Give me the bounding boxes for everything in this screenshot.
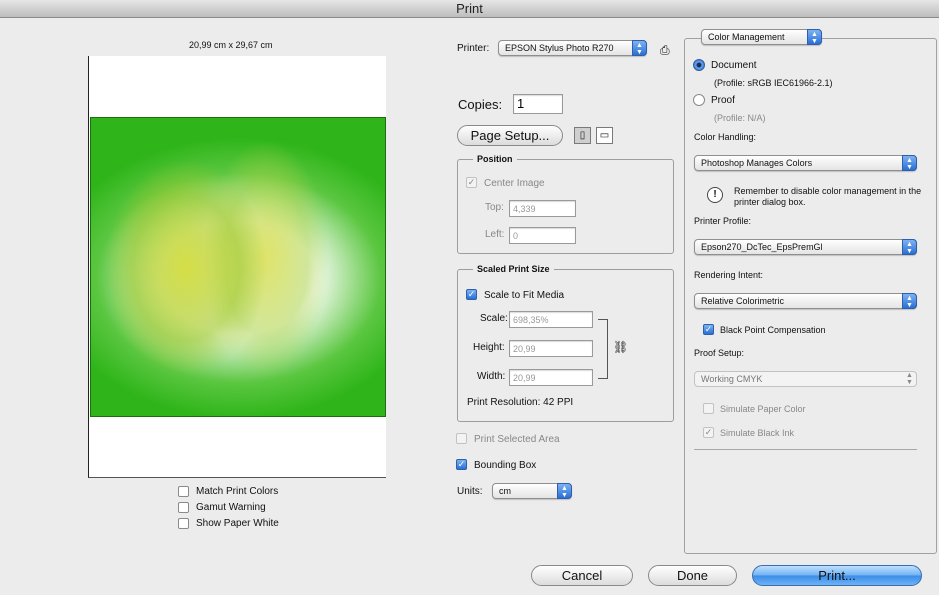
width-label: Width: — [477, 371, 506, 382]
window-title: Print — [456, 1, 483, 16]
warning-icon: ! — [707, 187, 723, 203]
rendering-intent-label: Rendering Intent: — [694, 270, 764, 280]
document-label: Document — [711, 60, 757, 71]
printer-profile-value: Epson270_DcTec_EpsPremGl — [701, 242, 823, 252]
chevron-updown-icon: ▲ ▼ — [557, 483, 572, 499]
page-setup-button[interactable]: Page Setup... — [457, 125, 563, 146]
center-image-label: Center Image — [484, 178, 545, 189]
color-management-warning: Remember to disable color management in … — [734, 186, 922, 207]
chevron-updown-icon: ▲ ▼ — [906, 372, 913, 386]
printer-label: Printer: — [457, 43, 490, 54]
simulate-ink-label: Simulate Black Ink — [720, 428, 795, 438]
color-handling-label: Color Handling: — [694, 132, 757, 142]
document-radio[interactable] — [693, 59, 705, 71]
width-input[interactable]: 20,99 — [509, 369, 593, 386]
black-point-label: Black Point Compensation — [720, 325, 826, 335]
left-label: Left: — [485, 229, 505, 240]
show-paper-white-checkbox[interactable] — [178, 518, 189, 529]
divider — [694, 449, 917, 450]
copies-label: Copies: — [458, 97, 503, 112]
top-label: Top: — [485, 202, 504, 213]
scaled-print-size-title: Scaled Print Size — [473, 264, 554, 275]
color-handling-value: Photoshop Manages Colors — [701, 158, 813, 168]
portrait-orientation-icon[interactable]: ▯ — [574, 127, 591, 144]
bounding-box-label: Bounding Box — [474, 460, 537, 471]
scale-to-fit-checkbox[interactable]: ✓ — [466, 289, 477, 300]
link-bracket — [598, 319, 608, 379]
chevron-updown-icon: ▲ ▼ — [902, 293, 917, 309]
position-title: Position — [473, 154, 517, 165]
title-bar: Print — [0, 0, 939, 18]
height-label: Height: — [473, 342, 505, 353]
left-input[interactable]: 0 — [509, 227, 576, 244]
rendering-intent-value: Relative Colorimetric — [701, 296, 785, 306]
scale-to-fit-label: Scale to Fit Media — [484, 290, 565, 301]
color-handling-select[interactable]: Photoshop Manages Colors ▲ ▼ — [694, 155, 917, 171]
match-print-colors-checkbox[interactable] — [178, 486, 189, 497]
show-paper-white-label: Show Paper White — [196, 518, 279, 529]
done-button[interactable]: Done — [648, 565, 737, 586]
printer-select[interactable]: EPSON Stylus Photo R270 ▲ ▼ — [498, 40, 647, 56]
proof-setup-label: Proof Setup: — [694, 348, 745, 358]
bounding-box-checkbox[interactable]: ✓ — [456, 459, 467, 470]
proof-setup-value: Working CMYK — [701, 374, 763, 384]
landscape-orientation-icon[interactable]: ▭ — [596, 127, 613, 144]
chevron-updown-icon: ▲ ▼ — [807, 29, 822, 45]
scale-label: Scale: — [480, 313, 508, 324]
simulate-ink-checkbox[interactable]: ✓ — [703, 427, 714, 438]
proof-label: Proof — [711, 95, 735, 106]
rendering-intent-select[interactable]: Relative Colorimetric ▲ ▼ — [694, 293, 917, 309]
gamut-warning-label: Gamut Warning — [196, 502, 266, 513]
units-label: Units: — [457, 486, 483, 497]
preview-image[interactable] — [90, 117, 386, 417]
section-value: Color Management — [708, 32, 785, 42]
simulate-paper-label: Simulate Paper Color — [720, 404, 806, 414]
document-profile: (Profile: sRGB IEC61966-2.1) — [714, 78, 833, 88]
print-preview[interactable] — [88, 56, 386, 478]
proof-setup-select[interactable]: Working CMYK ▲ ▼ — [694, 371, 917, 387]
cancel-button[interactable]: Cancel — [531, 565, 633, 586]
section-select[interactable]: Color Management ▲ ▼ — [701, 29, 822, 45]
proof-radio[interactable] — [693, 94, 705, 106]
printer-profile-label: Printer Profile: — [694, 216, 752, 226]
black-point-checkbox[interactable]: ✓ — [703, 324, 714, 335]
printer-settings-icon[interactable]: ⎙ — [660, 43, 670, 58]
chevron-updown-icon: ▲ ▼ — [902, 239, 917, 255]
print-selected-area-checkbox[interactable] — [456, 433, 467, 444]
scale-input[interactable]: 698,35% — [509, 311, 593, 328]
print-resolution-text: Print Resolution: 42 PPI — [467, 397, 574, 408]
proof-profile: (Profile: N/A) — [714, 113, 766, 123]
gamut-warning-checkbox[interactable] — [178, 502, 189, 513]
simulate-paper-checkbox[interactable] — [703, 403, 714, 414]
units-select[interactable]: cm ▲ ▼ — [492, 483, 572, 499]
center-image-checkbox[interactable]: ✓ — [466, 177, 477, 188]
chevron-updown-icon: ▲ ▼ — [902, 155, 917, 171]
top-input[interactable]: 4,339 — [509, 200, 576, 217]
print-button[interactable]: Print... — [752, 565, 922, 586]
chevron-updown-icon: ▲ ▼ — [632, 40, 647, 56]
printer-value: EPSON Stylus Photo R270 — [505, 43, 614, 53]
chain-link-icon[interactable]: ⛓ — [613, 340, 628, 354]
printer-profile-select[interactable]: Epson270_DcTec_EpsPremGl ▲ ▼ — [694, 239, 917, 255]
units-value: cm — [499, 486, 511, 496]
print-selected-area-label: Print Selected Area — [474, 434, 560, 445]
height-input[interactable]: 20,99 — [509, 340, 593, 357]
match-print-colors-label: Match Print Colors — [196, 486, 279, 497]
preview-size-label: 20,99 cm x 29,67 cm — [189, 40, 273, 50]
copies-input[interactable]: 1 — [513, 94, 563, 114]
